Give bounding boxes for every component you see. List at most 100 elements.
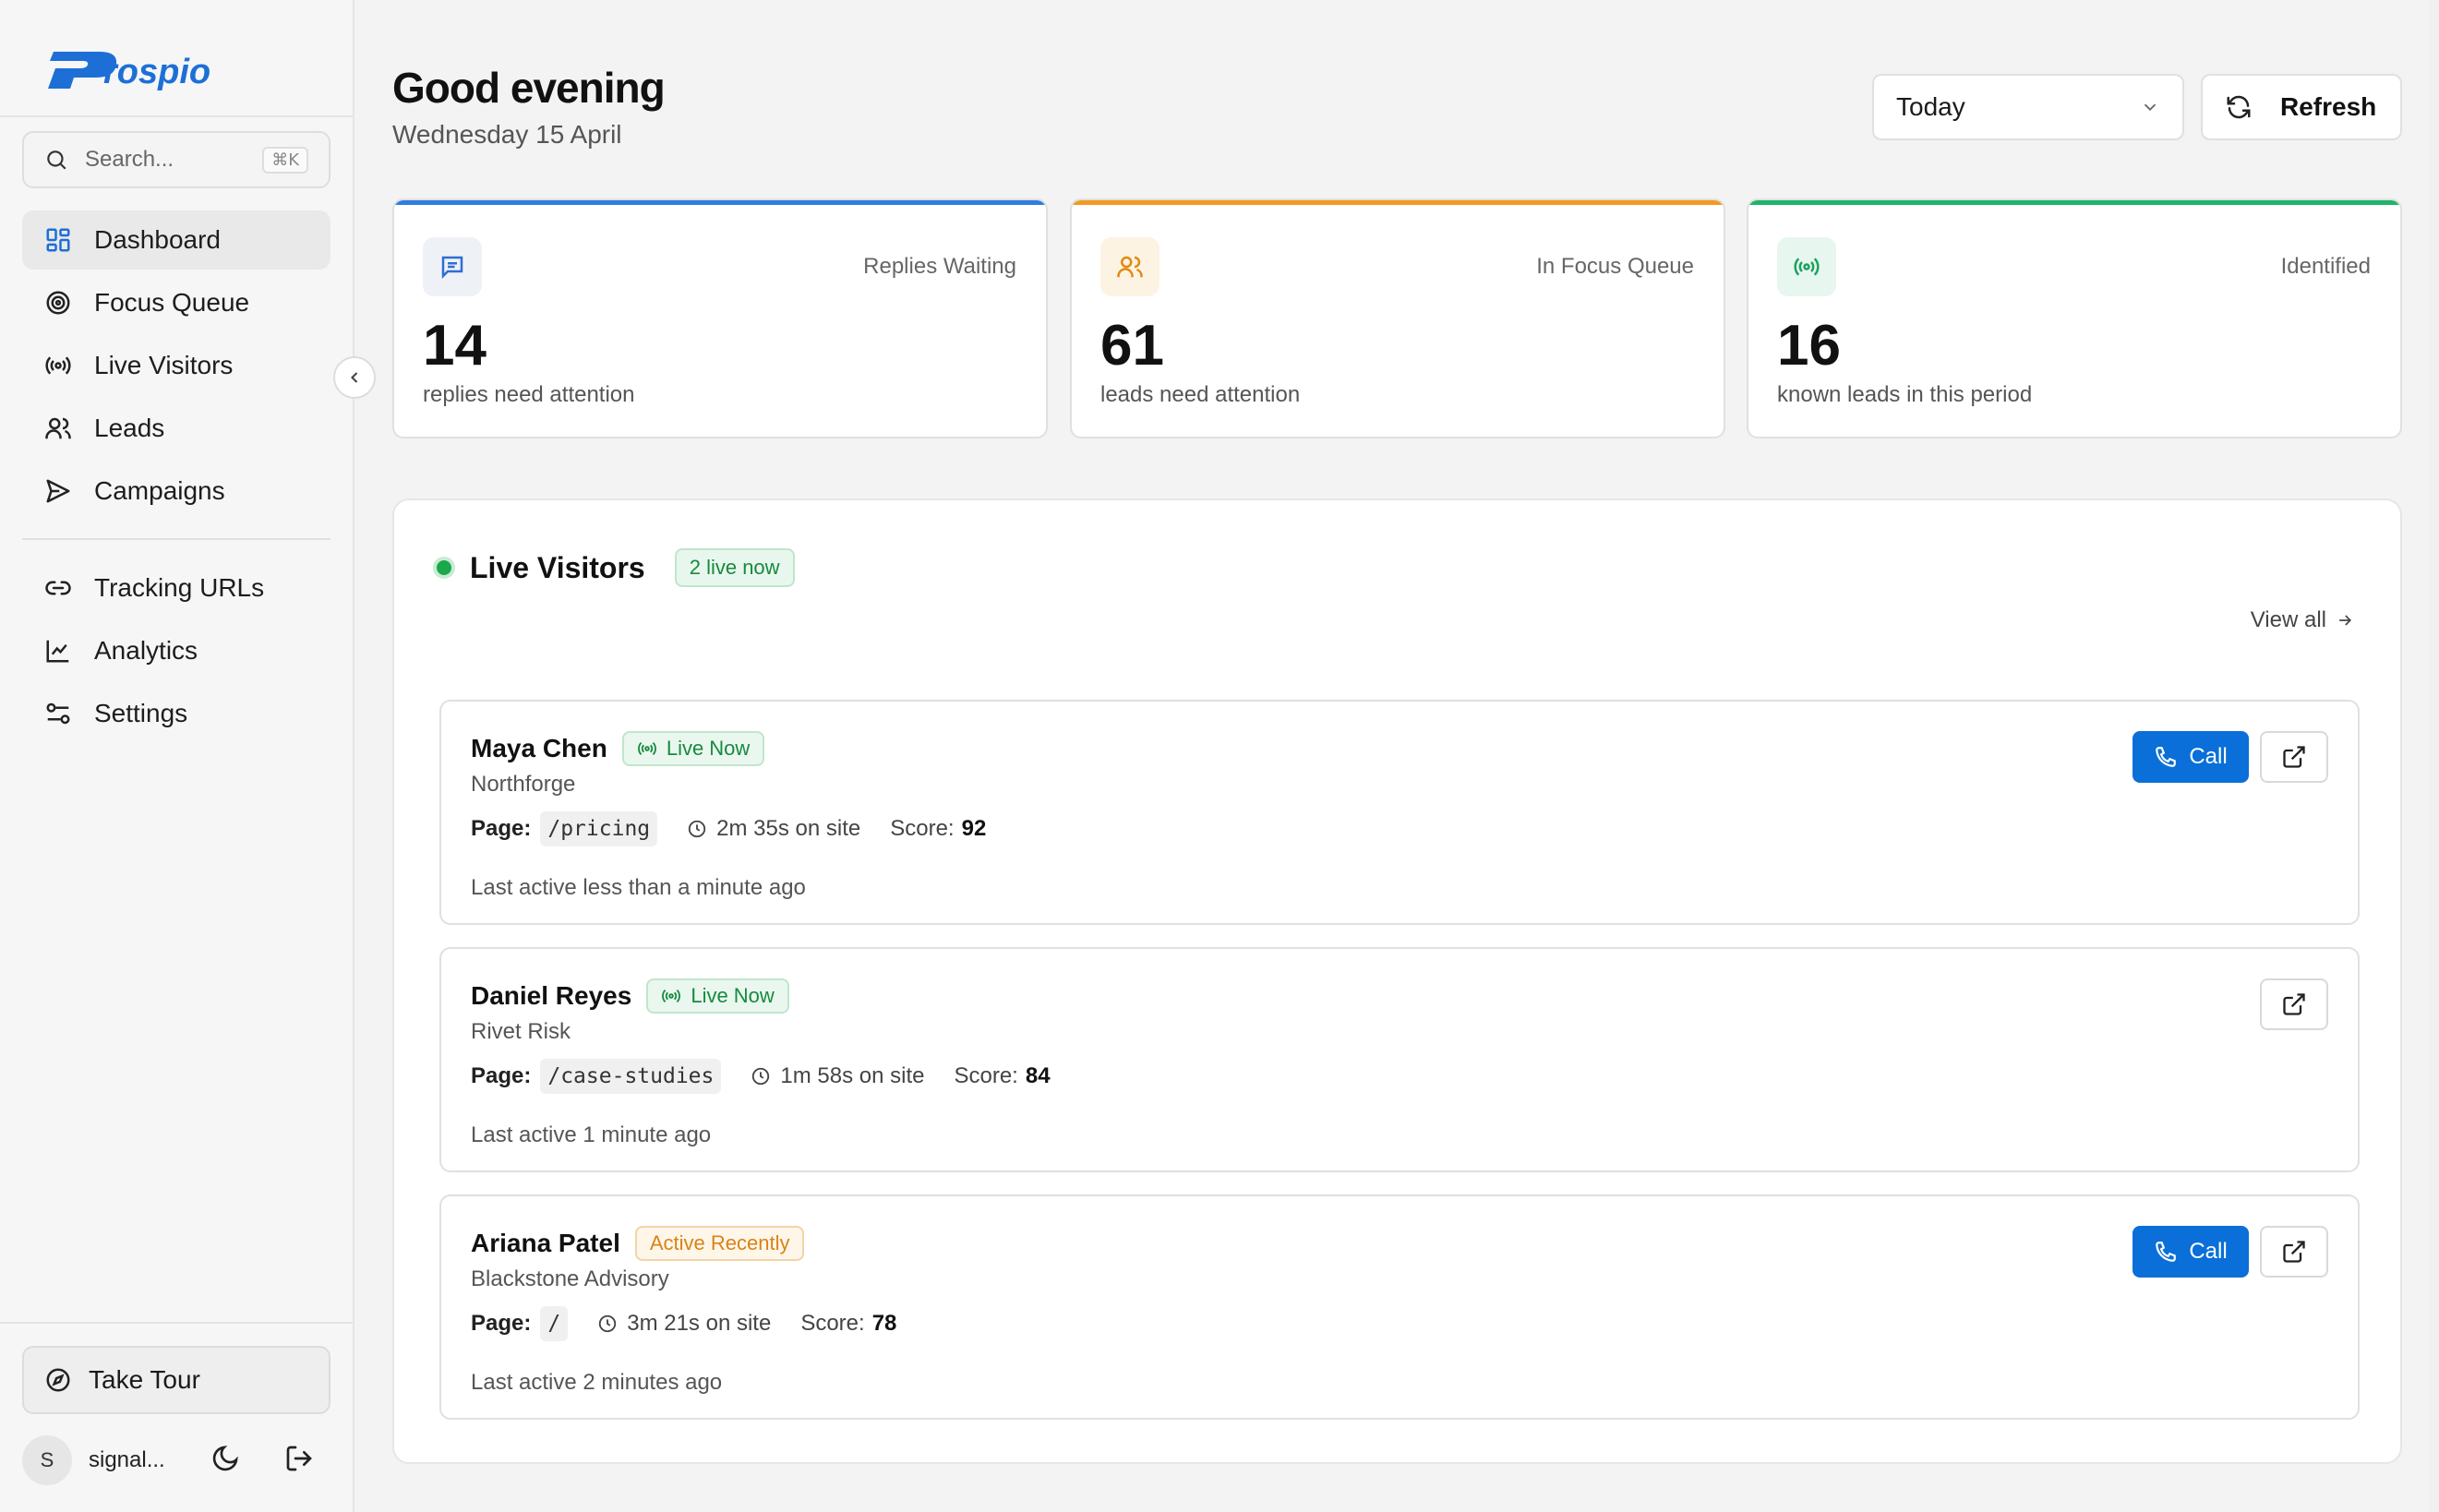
- sidebar-item-label: Dashboard: [94, 225, 221, 254]
- page-label: Page:: [471, 1311, 532, 1336]
- status-badge: Active Recently: [634, 1226, 805, 1261]
- link-icon: [45, 581, 71, 595]
- broadcast-icon: [45, 356, 71, 375]
- call-button[interactable]: Call: [2133, 1226, 2249, 1278]
- sidebar-item-live-visitors[interactable]: Live Visitors: [22, 336, 330, 395]
- visitor-card[interactable]: Maya Chen Live Now Northforge Page: /pri…: [439, 700, 2360, 925]
- visitor-meta: Page: /pricing 2m 35s on site Score: 92: [471, 811, 986, 846]
- score-label: Score:: [890, 816, 955, 841]
- logout-button[interactable]: [284, 1444, 314, 1478]
- avatar[interactable]: S: [22, 1435, 72, 1485]
- open-profile-button[interactable]: [2260, 731, 2328, 783]
- sidebar-item-label: Tracking URLs: [94, 573, 265, 602]
- sidebar-item-label: Analytics: [94, 636, 198, 665]
- refresh-button[interactable]: Refresh: [2201, 74, 2402, 140]
- external-link-icon: [2283, 746, 2305, 768]
- moon-icon: [212, 1446, 238, 1471]
- search-input[interactable]: Search... ⌘K: [22, 131, 330, 188]
- broadcast-icon: [1794, 258, 1820, 276]
- search-icon: [47, 150, 66, 170]
- search-shortcut: ⌘K: [262, 146, 308, 174]
- sidebar-item-label: Focus Queue: [94, 288, 250, 317]
- divider: [0, 115, 353, 117]
- search-placeholder: Search...: [85, 147, 174, 172]
- time-on-site-text: 1m 58s on site: [780, 1063, 925, 1088]
- sidebar-item-label: Live Visitors: [94, 351, 234, 379]
- score-value: 84: [1025, 1063, 1051, 1088]
- last-active: Last active 2 minutes ago: [471, 1370, 723, 1395]
- status-badge: Live Now: [621, 731, 765, 766]
- score-label: Score:: [800, 1311, 865, 1336]
- prospio-logo[interactable]: rospio: [42, 46, 251, 94]
- sidebar-item-analytics[interactable]: Analytics: [22, 621, 330, 680]
- accent-bar: [394, 200, 1046, 205]
- take-tour-button[interactable]: Take Tour: [22, 1346, 330, 1414]
- sidebar-item-dashboard[interactable]: Dashboard: [22, 210, 330, 270]
- visitor-name-row: Ariana Patel Active Recently: [471, 1226, 805, 1261]
- stat-card-identified[interactable]: Identified 16 known leads in this period: [1747, 198, 2402, 438]
- call-label: Call: [2189, 1239, 2228, 1264]
- secondary-nav: Tracking URLs Analytics Settings: [22, 558, 330, 747]
- time-on-site: 2m 35s on site: [687, 816, 860, 842]
- broadcast-icon: [637, 741, 656, 756]
- visitor-score: Score: 84: [954, 1063, 1050, 1089]
- page-date: Wednesday 15 April: [392, 120, 622, 149]
- visitor-company: Rivet Risk: [471, 1019, 571, 1044]
- stat-caption: known leads in this period: [1777, 382, 2033, 407]
- visitor-name: Ariana Patel: [471, 1229, 620, 1257]
- call-button[interactable]: Call: [2133, 731, 2249, 783]
- scrollbar[interactable]: [2430, 0, 2439, 1512]
- stat-icon: [1100, 237, 1159, 296]
- stat-icon: [1777, 237, 1836, 296]
- compass-icon: [46, 1368, 70, 1392]
- period-select[interactable]: Today: [1872, 74, 2184, 140]
- stat-caption: replies need attention: [423, 382, 635, 407]
- sidebar-item-tracking-urls[interactable]: Tracking URLs: [22, 558, 330, 618]
- phone-icon: [2156, 1242, 2177, 1262]
- status-badge: Live Now: [646, 978, 789, 1014]
- view-all-link[interactable]: View all: [2251, 607, 2354, 633]
- users-icon: [45, 417, 71, 439]
- score-label: Score:: [954, 1063, 1018, 1088]
- time-on-site: 3m 21s on site: [597, 1311, 771, 1337]
- sidebar-item-label: Campaigns: [94, 476, 225, 505]
- visitor-meta: Page: /case-studies 1m 58s on site Score…: [471, 1059, 1051, 1094]
- nav-divider: [22, 538, 330, 540]
- stat-label: In Focus Queue: [1536, 254, 1694, 279]
- sidebar-item-settings[interactable]: Settings: [22, 684, 330, 743]
- open-profile-button[interactable]: [2260, 978, 2328, 1030]
- stat-card-replies[interactable]: Replies Waiting 14 replies need attentio…: [392, 198, 1048, 438]
- view-all-label: View all: [2250, 607, 2326, 632]
- external-link-icon: [2283, 993, 2305, 1015]
- theme-toggle-button[interactable]: [210, 1444, 240, 1478]
- visitor-card[interactable]: Ariana Patel Active Recently Blackstone …: [439, 1194, 2360, 1420]
- stat-icon: [423, 237, 482, 296]
- status-label: Live Now: [691, 984, 775, 1007]
- open-profile-button[interactable]: [2260, 1226, 2328, 1278]
- users-icon: [1117, 256, 1143, 278]
- stat-card-focus-queue[interactable]: In Focus Queue 61 leads need attention: [1070, 198, 1725, 438]
- refresh-icon: [2227, 95, 2251, 119]
- visitor-card[interactable]: Daniel Reyes Live Now Rivet Risk Page: /…: [439, 947, 2360, 1172]
- clock-icon: [752, 1067, 770, 1086]
- score-value: 92: [961, 816, 987, 841]
- sidebar-item-campaigns[interactable]: Campaigns: [22, 462, 330, 521]
- clock-icon: [599, 1314, 617, 1333]
- user-name[interactable]: signal...: [89, 1447, 165, 1473]
- stat-caption: leads need attention: [1100, 382, 1301, 407]
- sidebar-item-leads[interactable]: Leads: [22, 399, 330, 458]
- visitor-page: /: [540, 1306, 569, 1341]
- logout-icon: [286, 1446, 312, 1471]
- live-indicator-dot: [433, 557, 455, 579]
- visitor-company: Northforge: [471, 772, 576, 797]
- page-label: Page:: [471, 816, 532, 841]
- visitor-score: Score: 78: [800, 1311, 896, 1337]
- time-on-site-text: 2m 35s on site: [716, 816, 861, 841]
- divider: [0, 1322, 353, 1324]
- panel-header: Live Visitors 2 live now: [433, 548, 795, 587]
- sidebar: rospio Search... ⌘K Dashboard Focus Queu…: [0, 0, 354, 1512]
- line-chart-icon: [46, 640, 69, 663]
- time-on-site-text: 3m 21s on site: [627, 1311, 772, 1336]
- arrow-right-icon: [2339, 615, 2352, 626]
- sidebar-item-focus-queue[interactable]: Focus Queue: [22, 273, 330, 332]
